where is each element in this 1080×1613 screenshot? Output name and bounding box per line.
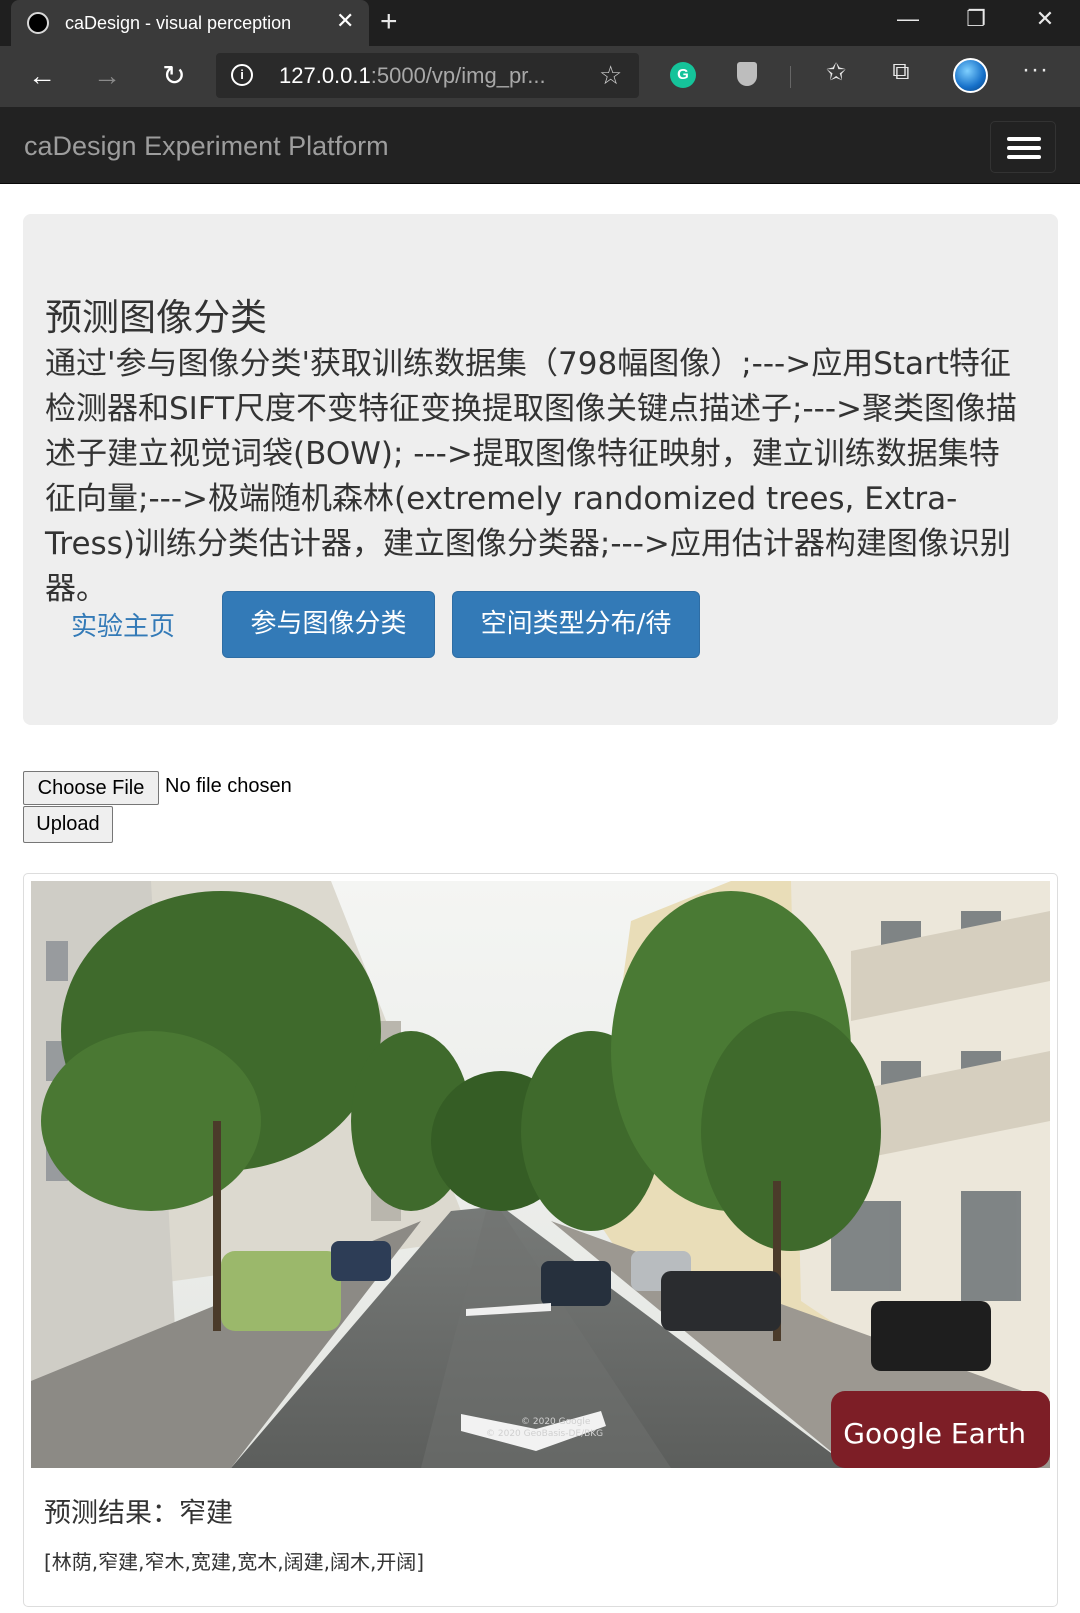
hamburger-bar-icon [1007, 137, 1041, 141]
copyright-text: © 2020 Google [521, 1417, 591, 1427]
url-host: 127.0.0.1 [279, 63, 371, 88]
toolbar-divider [790, 66, 791, 88]
reload-icon[interactable]: ↻ [156, 58, 192, 94]
spatial-distribution-button[interactable]: 空间类型分布/待 [452, 591, 700, 658]
street-view-image: Google Earth © 2020 Google © 2020 GeoBas… [31, 881, 1050, 1468]
class-list: [林荫,窄建,窄木,宽建,宽木,阔建,阔木,开阔] [44, 1550, 425, 1574]
forward-icon[interactable]: → [89, 58, 125, 94]
image-classify-button[interactable]: 参与图像分类 [222, 591, 435, 658]
jumbotron: 预测图像分类 通过'参与图像分类'获取训练数据集（798幅图像）;--->应用S… [23, 214, 1058, 725]
watermark-text: Google Earth [843, 1417, 1026, 1450]
browser-tab[interactable]: caDesign - visual perception ✕ [11, 0, 369, 46]
favicon-icon [27, 12, 49, 34]
street-view-illustration: Google Earth © 2020 Google © 2020 GeoBas… [31, 881, 1050, 1468]
url-text[interactable]: 127.0.0.1:5000/vp/img_pr... [279, 63, 546, 89]
minimize-icon[interactable]: — [888, 6, 928, 32]
upload-button[interactable]: Upload [23, 806, 113, 843]
result-thumbnail: Google Earth © 2020 Google © 2020 GeoBas… [23, 873, 1058, 1607]
grammarly-icon[interactable]: G [670, 62, 696, 88]
more-icon[interactable]: ··· [1022, 56, 1049, 84]
info-icon[interactable]: i [231, 64, 253, 86]
restore-icon[interactable]: ❐ [956, 6, 996, 32]
profile-avatar[interactable] [953, 58, 988, 93]
experiment-home-link[interactable]: 实验主页 [71, 606, 175, 643]
copyright-text: © 2020 GeoBasis-DE/BKG [486, 1429, 603, 1439]
file-status: No file chosen [165, 775, 292, 797]
url-path: :5000/vp/img_pr... [370, 63, 546, 88]
window-close-icon[interactable]: ✕ [1025, 6, 1065, 32]
new-tab-icon[interactable]: + [380, 5, 398, 39]
favorites-icon[interactable]: ✩ [820, 58, 852, 87]
hamburger-bar-icon [1007, 155, 1041, 159]
browser-tabbar: caDesign - visual perception ✕ + — ❐ ✕ [0, 0, 1080, 46]
collections-icon[interactable]: ⧉ [885, 58, 917, 86]
tab-close-icon[interactable]: ✕ [336, 10, 354, 32]
tab-title: caDesign - visual perception [65, 13, 292, 33]
menu-toggle-button[interactable] [990, 121, 1056, 173]
choose-file-button[interactable]: Choose File [23, 771, 159, 805]
prediction-result: 预测结果：窄建 [44, 1498, 233, 1529]
page-description: 通过'参与图像分类'获取训练数据集（798幅图像）;--->应用Start特征检… [45, 346, 1018, 607]
browser-toolbar: ← → ↻ i 127.0.0.1:5000/vp/img_pr... ☆ G … [0, 46, 1080, 107]
address-bar[interactable]: i 127.0.0.1:5000/vp/img_pr... ☆ [216, 53, 639, 98]
page-title: 预测图像分类 [45, 296, 267, 339]
favorite-star-icon[interactable]: ☆ [599, 60, 622, 91]
hamburger-bar-icon [1007, 146, 1041, 150]
app-navbar: caDesign Experiment Platform [0, 107, 1080, 184]
navbar-brand[interactable]: caDesign Experiment Platform [24, 131, 389, 162]
back-icon[interactable]: ← [24, 58, 60, 94]
shield-icon[interactable] [737, 62, 757, 86]
